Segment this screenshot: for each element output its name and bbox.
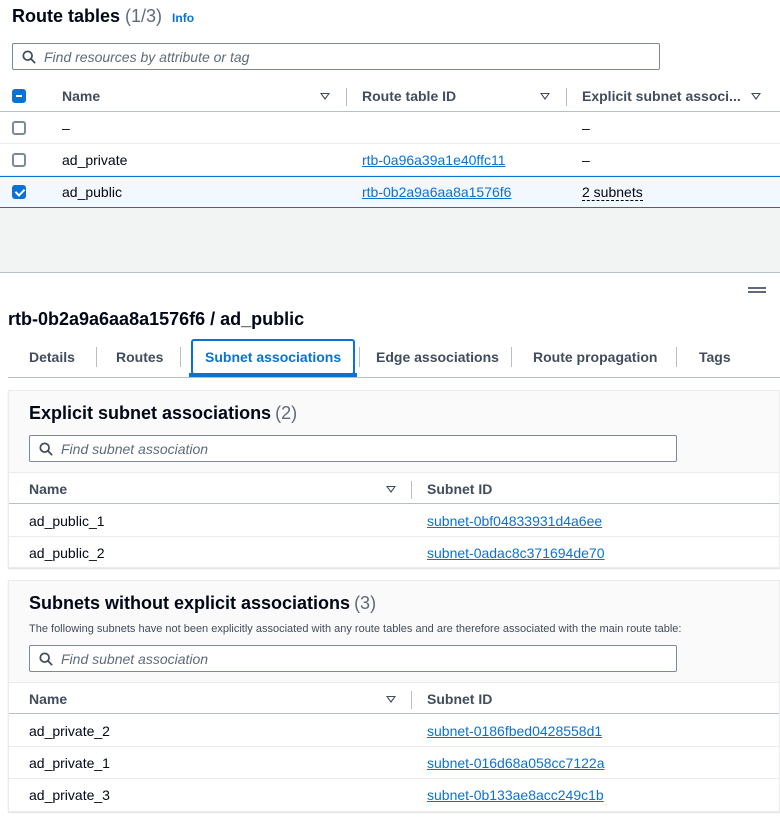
selection-count: (1/3) — [125, 6, 163, 26]
column-header-name[interactable]: Name — [62, 80, 100, 112]
route-table-search[interactable] — [12, 43, 660, 70]
select-all-checkbox[interactable] — [12, 89, 26, 103]
column-header-name[interactable]: Name — [29, 473, 67, 505]
explicit-header-row: Name Subnet ID — [9, 472, 779, 504]
table-row: ad_public_1 subnet-0bf04833931d4a6ee — [9, 505, 779, 537]
row-explicit: – — [582, 152, 590, 168]
table-row: ad_private_1 subnet-016d68a058cc7122a — [9, 747, 779, 779]
sort-id-icon[interactable] — [540, 93, 550, 100]
row-checkbox-checked[interactable] — [12, 185, 26, 199]
table-row[interactable]: – – — [0, 112, 780, 144]
column-header-route-table-id[interactable]: Route table ID — [362, 80, 456, 112]
tab-subnet-associations[interactable]: Subnet associations — [188, 339, 358, 377]
detail-title: rtb-0b2a9a6aa8a1576f6 / ad_public — [8, 309, 305, 329]
route-table-id-link[interactable]: rtb-0b2a9a6aa8a1576f6 — [362, 184, 511, 200]
info-link[interactable]: Info — [172, 11, 194, 25]
subnet-name: ad_private_1 — [29, 755, 110, 771]
column-header-subnet-id[interactable]: Subnet ID — [427, 683, 492, 715]
split-divider — [0, 272, 780, 273]
implicit-associations-panel: Subnets without explicit associations (3)… — [8, 580, 780, 812]
implicit-header-row: Name Subnet ID — [9, 682, 779, 714]
resize-handle-icon[interactable] — [748, 287, 766, 289]
tab-details[interactable]: Details — [29, 338, 75, 376]
subnet-id-link[interactable]: subnet-0186fbed0428558d1 — [427, 723, 602, 739]
subnet-name: ad_private_3 — [29, 787, 110, 803]
row-name: ad_private — [62, 152, 128, 168]
explicit-subnets-popover[interactable]: 2 subnets — [582, 184, 643, 201]
table-row: ad_private_3 subnet-0b133ae8acc249c1b — [9, 779, 779, 811]
row-name: – — [62, 120, 70, 136]
sort-name-icon[interactable] — [320, 93, 330, 100]
explicit-associations-panel: Explicit subnet associations(2) Name Sub… — [8, 390, 780, 568]
table-row[interactable]: ad_private rtb-0a96a39a1e40ffc11 – — [0, 144, 780, 176]
row-checkbox[interactable] — [12, 121, 26, 135]
search-icon — [39, 651, 53, 666]
route-table-search-input[interactable] — [44, 48, 659, 65]
subnet-id-link[interactable]: subnet-0bf04833931d4a6ee — [427, 513, 602, 529]
column-header-subnet-id[interactable]: Subnet ID — [427, 473, 492, 505]
panel-description: The following subnets have not been expl… — [29, 623, 682, 635]
table-row: ad_private_2 subnet-0186fbed0428558d1 — [9, 715, 779, 747]
sort-name-icon[interactable] — [386, 486, 396, 493]
route-table-header-row: Name Route table ID Explicit subnet asso… — [0, 80, 780, 112]
explicit-search[interactable] — [29, 435, 677, 462]
column-header-name[interactable]: Name — [29, 683, 67, 715]
tab-edge-associations[interactable]: Edge associations — [376, 338, 499, 376]
implicit-search[interactable] — [29, 645, 677, 672]
subnet-id-link[interactable]: subnet-0b133ae8acc249c1b — [427, 787, 604, 803]
row-checkbox[interactable] — [12, 153, 26, 167]
subnet-name: ad_public_1 — [29, 513, 105, 529]
explicit-search-input[interactable] — [61, 440, 676, 457]
search-icon — [22, 49, 36, 64]
subnet-name: ad_private_2 — [29, 723, 110, 739]
tab-route-propagation[interactable]: Route propagation — [533, 338, 657, 376]
subnet-name: ad_public_2 — [29, 545, 105, 561]
column-header-explicit-subnet[interactable]: Explicit subnet associ... — [582, 80, 741, 112]
route-table-id-link[interactable]: rtb-0a96a39a1e40ffc11 — [362, 152, 506, 168]
tab-tags[interactable]: Tags — [699, 338, 731, 376]
implicit-search-input[interactable] — [61, 650, 676, 667]
panel-title: Explicit subnet associations (2) — [29, 403, 298, 423]
detail-tabs: Details Routes Subnet associations Edge … — [8, 338, 780, 378]
subnet-id-link[interactable]: subnet-0adac8c371694de70 — [427, 545, 605, 561]
search-icon — [39, 441, 53, 456]
sort-explicit-icon[interactable] — [751, 93, 761, 100]
tab-routes[interactable]: Routes — [116, 338, 163, 376]
table-row-selected[interactable]: ad_public rtb-0b2a9a6aa8a1576f6 2 subnet… — [0, 176, 780, 208]
row-name: ad_public — [62, 184, 122, 200]
row-explicit: – — [582, 120, 590, 136]
sort-name-icon[interactable] — [386, 696, 396, 703]
panel-title: Subnets without explicit associations (3) — [29, 593, 377, 613]
resize-handle-icon[interactable] — [748, 291, 766, 293]
subnet-id-link[interactable]: subnet-016d68a058cc7122a — [427, 755, 605, 771]
page-title: Route tables — [12, 6, 121, 26]
route-tables-header: Route tables (1/3) Info — [12, 6, 194, 27]
table-row: ad_public_2 subnet-0adac8c371694de70 — [9, 537, 779, 569]
